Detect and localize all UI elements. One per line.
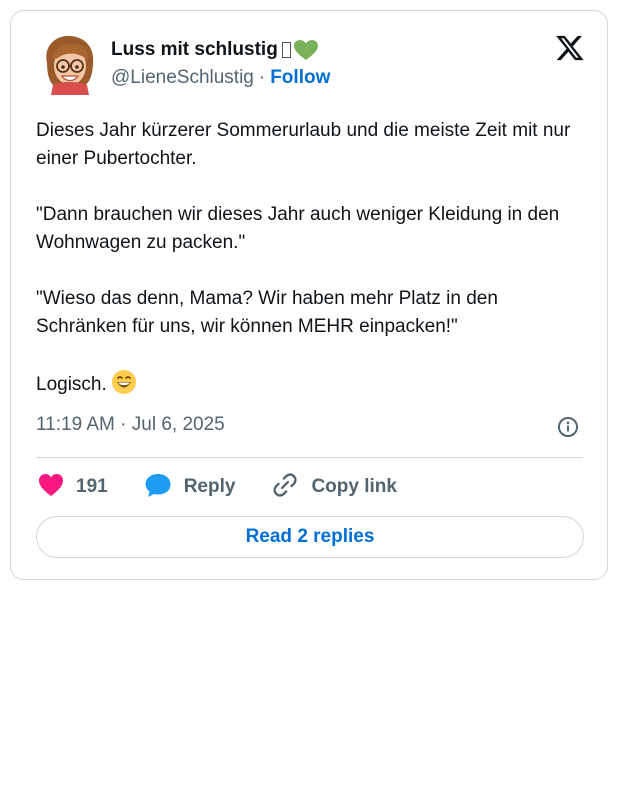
green-heart-emoji [281, 39, 319, 61]
tweet-paragraph: Dieses Jahr kürzerer Sommerurlaub und di… [36, 120, 571, 169]
like-button[interactable]: 191 [38, 473, 108, 502]
tweet-text: Dieses Jahr kürzerer Sommerurlaub und di… [36, 117, 586, 404]
reply-button[interactable]: Reply [144, 472, 236, 503]
grinning-emoji [111, 369, 137, 404]
copy-link-button[interactable]: Copy link [271, 471, 397, 504]
tweet-closing-line: Logisch. [36, 369, 586, 404]
tweet-closing-text: Logisch. [36, 374, 107, 395]
separator-dot: · [258, 67, 266, 88]
tweet-header: Luss mit schlustig @LieneSchlustig · Fol… [35, 31, 585, 101]
follow-button[interactable]: Follow [270, 67, 330, 89]
heart-icon [38, 473, 64, 502]
tweet-timestamp[interactable]: 11:19 AM · Jul 6, 2025 [36, 414, 225, 435]
copy-link-label: Copy link [311, 476, 397, 497]
reply-bubble-icon [144, 472, 172, 503]
author-handle-row: @LieneSchlustig · Follow [111, 67, 330, 89]
info-icon[interactable] [557, 416, 579, 438]
tweet-actions: 191 Reply Copy link [38, 471, 433, 503]
x-logo-icon[interactable] [555, 33, 585, 63]
author-handle[interactable]: @LieneSchlustig [111, 67, 254, 89]
read-replies-button[interactable]: Read 2 replies [36, 516, 584, 558]
author-name-row: Luss mit schlustig [111, 39, 319, 61]
divider [36, 457, 583, 458]
tweet-paragraph: "Dann brauchen wir dieses Jahr auch weni… [36, 204, 560, 253]
tweet-paragraph: "Wieso das denn, Mama? Wir haben mehr Pl… [36, 288, 498, 337]
avatar[interactable] [39, 33, 99, 95]
link-icon [271, 471, 299, 504]
reply-label: Reply [183, 476, 236, 497]
author-display-name[interactable]: Luss mit schlustig [111, 39, 278, 61]
tweet-meta: 11:19 AM · Jul 6, 2025 [36, 414, 583, 444]
like-count: 191 [76, 476, 108, 497]
tweet-card: Luss mit schlustig @LieneSchlustig · Fol… [10, 10, 608, 580]
